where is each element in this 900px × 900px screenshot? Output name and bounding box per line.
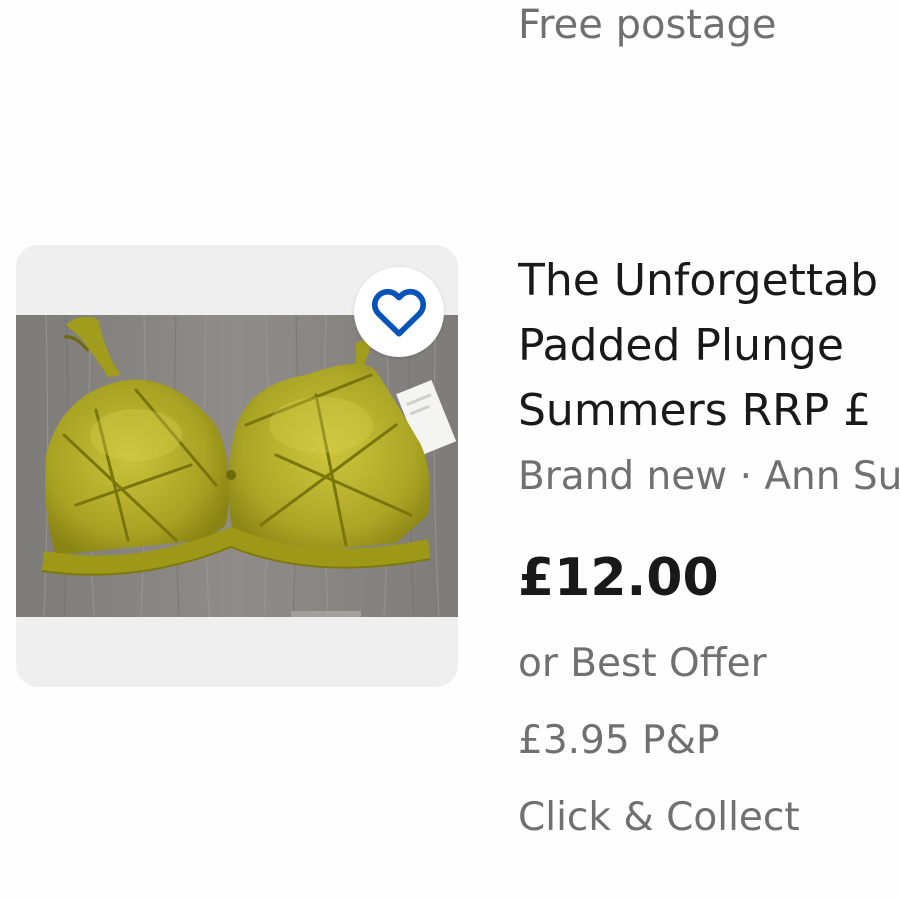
listing-title-line-3: Summers RRP £ bbox=[518, 385, 872, 436]
listing-title[interactable]: The Unforgettab Padded Plunge Summers RR… bbox=[518, 248, 900, 443]
postage-cost: £3.95 P&P bbox=[518, 718, 720, 763]
product-photo bbox=[16, 315, 458, 617]
listing-title-line-2: Padded Plunge bbox=[518, 320, 844, 371]
search-results-page: Free postage The Unforgettab Padded Plun… bbox=[0, 0, 900, 900]
click-and-collect-label: Click & Collect bbox=[518, 795, 800, 840]
heart-outline-icon bbox=[371, 288, 427, 337]
previous-listing-postage: Free postage bbox=[518, 2, 777, 48]
listing-condition-brand: Brand new · Ann Su bbox=[518, 454, 900, 499]
watch-button[interactable] bbox=[354, 267, 444, 357]
best-offer-label: or Best Offer bbox=[518, 641, 767, 686]
listing-price: £12.00 bbox=[518, 548, 719, 608]
listing-title-line-1: The Unforgettab bbox=[518, 255, 879, 306]
